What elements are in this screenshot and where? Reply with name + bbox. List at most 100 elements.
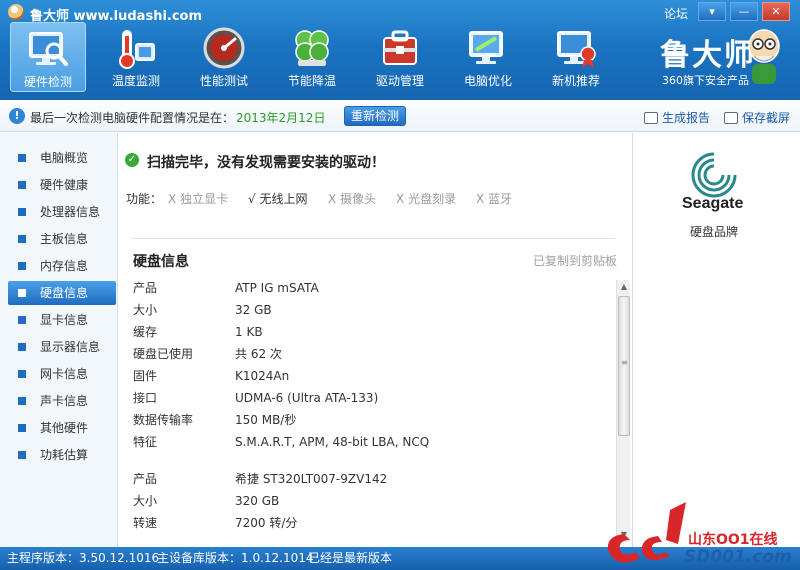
row-key: 产品 — [133, 281, 158, 295]
row-key: 产品 — [133, 472, 158, 486]
copied-to-clipboard-note[interactable]: 已复制到剪贴板 — [533, 252, 617, 269]
nav-label: 节能降温 — [287, 74, 336, 88]
speedometer-icon — [202, 26, 246, 70]
feature-mark: √ — [248, 192, 256, 206]
sidebar-bullet-icon — [18, 451, 26, 459]
sidebar-bullet-icon — [18, 235, 26, 243]
nav-pc-optimize[interactable]: 电脑优化 — [450, 22, 526, 92]
printer-icon — [644, 112, 658, 124]
minimize-button[interactable]: — — [730, 2, 758, 21]
sidebar-item-other-hardware[interactable]: 其他硬件 — [8, 416, 116, 440]
section-divider — [131, 238, 615, 239]
menu-dropdown-button[interactable]: ▾ — [698, 2, 726, 21]
sidebar-bullet-icon — [18, 397, 26, 405]
sidebar-item-label: 硬件健康 — [40, 178, 89, 192]
row-value: 1 KB — [235, 325, 263, 339]
generate-report-button[interactable]: 生成报告 — [644, 109, 710, 126]
table-row: 大小 32 GB — [133, 300, 603, 320]
sidebar-bullet-icon — [18, 370, 26, 378]
sidebar-item-label: 显示器信息 — [40, 340, 101, 354]
brand-panel: Seagate 硬盘品牌 — [634, 133, 800, 547]
nav-label: 电脑优化 — [463, 74, 512, 88]
device-db-version: 主设备库版本：1.0.12.1014 — [157, 551, 314, 565]
nav-hardware-detect[interactable]: 硬件检测 — [10, 22, 86, 92]
sidebar-bullet-icon — [18, 343, 26, 351]
section-title: 硬盘信息 — [133, 254, 189, 270]
sidebar-item-sound[interactable]: 声卡信息 — [8, 389, 116, 413]
sidebar-item-power-estimate[interactable]: 功耗估算 — [8, 443, 116, 467]
nav-performance[interactable]: 性能测试 — [186, 22, 262, 92]
grip-icon: ≡ — [621, 358, 628, 367]
table-row: 转速 7200 转/分 — [133, 513, 603, 533]
nav-driver-management[interactable]: 驱动管理 — [362, 22, 438, 92]
feature-label: 蓝牙 — [488, 192, 513, 206]
brand-tagline: 360旗下安全产品 — [662, 74, 749, 87]
feature-bluetooth: X 蓝牙 — [476, 190, 512, 207]
row-key: 转速 — [133, 516, 158, 530]
title-bar: 鲁大师 www.ludashi.com 论坛 ▾ — ✕ — [0, 0, 800, 24]
nav-energy-saving[interactable]: 节能降温 — [274, 22, 350, 92]
seagate-logo-icon — [691, 151, 740, 198]
sidebar-item-label: 电脑概览 — [40, 151, 89, 165]
seagate-logo-text: Seagate — [682, 195, 744, 212]
disk-brand-label: 硬盘品牌 — [690, 225, 739, 239]
nav-new-machine[interactable]: 新机推荐 — [538, 22, 614, 92]
save-screenshot-label: 保存截屏 — [742, 111, 791, 125]
program-version: 主程序版本：3.50.12.1016 — [7, 551, 160, 565]
table-row: 产品 ATP IG mSATA — [133, 278, 603, 298]
save-screenshot-button[interactable]: 保存截屏 — [724, 109, 790, 126]
table-row: 固件 K1024An — [133, 366, 603, 386]
thermometer-icon — [114, 26, 158, 70]
watermark-logo-icon — [607, 502, 686, 563]
features-label: 功能： — [126, 192, 163, 206]
sidebar-bullet-icon — [18, 181, 26, 189]
row-value: ATP IG mSATA — [235, 281, 319, 295]
sidebar-item-label: 主板信息 — [40, 232, 89, 246]
close-button[interactable]: ✕ — [762, 2, 790, 21]
row-value: UDMA-6 (Ultra ATA-133) — [235, 391, 379, 405]
nav-label: 新机推荐 — [551, 74, 600, 88]
sidebar-item-memory[interactable]: 内存信息 — [8, 254, 116, 278]
last-check-date: 2013年2月12日 — [236, 111, 326, 125]
feature-wireless: √ 无线上网 — [248, 190, 308, 207]
feature-discrete-gpu: X 独立显卡 — [168, 190, 228, 207]
feature-mark: X — [168, 192, 177, 206]
app-header: 鲁大师 www.ludashi.com 论坛 ▾ — ✕ 硬件检测 温度监测 性… — [0, 0, 800, 100]
sidebar-item-network[interactable]: 网卡信息 — [8, 362, 116, 386]
sidebar-bullet-icon — [18, 154, 26, 162]
mascot-icon — [748, 29, 780, 84]
sidebar: 电脑概览 硬件健康 处理器信息 主板信息 内存信息 硬盘信息 显卡信息 显示器信… — [0, 133, 118, 547]
sidebar-item-overview[interactable]: 电脑概览 — [8, 146, 116, 170]
feature-mark: X — [476, 192, 485, 206]
sidebar-item-label: 处理器信息 — [40, 205, 101, 219]
nav-label: 温度监测 — [111, 74, 160, 88]
table-row: 数据传输率 150 MB/秒 — [133, 410, 603, 430]
row-value: S.M.A.R.T, APM, 48-bit LBA, NCQ — [235, 435, 430, 449]
sidebar-item-label: 硬盘信息 — [40, 286, 89, 300]
forum-link[interactable]: 论坛 — [664, 5, 688, 22]
monitor-badge-icon — [554, 26, 598, 70]
feature-label: 无线上网 — [259, 192, 308, 206]
sidebar-item-label: 内存信息 — [40, 259, 89, 273]
feature-label: 光盘刻录 — [408, 192, 457, 206]
recheck-button[interactable]: 重新检测 — [344, 106, 406, 126]
sidebar-item-graphics[interactable]: 显卡信息 — [8, 308, 116, 332]
sidebar-item-monitor[interactable]: 显示器信息 — [8, 335, 116, 359]
scroll-up-arrow-icon[interactable]: ▲ — [617, 280, 631, 294]
info-icon: ! — [9, 108, 25, 124]
sidebar-item-label: 其他硬件 — [40, 421, 89, 435]
sidebar-item-cpu[interactable]: 处理器信息 — [8, 200, 116, 224]
monitor-magnifier-icon — [26, 27, 70, 71]
feature-mark: X — [328, 192, 337, 206]
nav-temperature[interactable]: 温度监测 — [98, 22, 174, 92]
sidebar-item-hardware-health[interactable]: 硬件健康 — [8, 173, 116, 197]
screen-broom-icon — [466, 26, 510, 70]
clover-icon — [290, 26, 334, 70]
sidebar-item-harddisk[interactable]: 硬盘信息 — [8, 281, 116, 305]
nav-label: 硬件检测 — [23, 75, 72, 89]
main-panel: ✓ 扫描完毕，没有发现需要安装的驱动！ 功能： X 独立显卡 √ 无线上网 X … — [119, 133, 633, 547]
scrollbar-thumb[interactable]: ≡ — [618, 296, 630, 436]
sidebar-item-label: 显卡信息 — [40, 313, 89, 327]
sidebar-item-motherboard[interactable]: 主板信息 — [8, 227, 116, 251]
row-value: K1024An — [235, 369, 290, 383]
